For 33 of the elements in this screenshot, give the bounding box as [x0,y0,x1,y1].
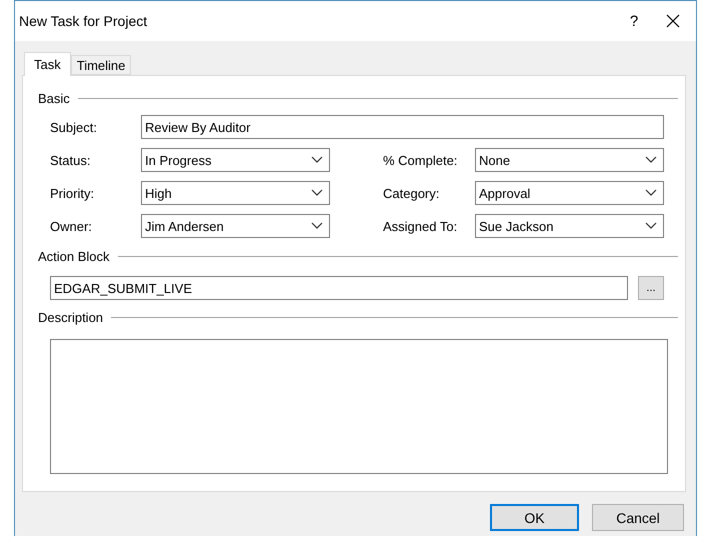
chevron-icon [311,156,323,164]
chevron-icon [645,156,657,164]
dialog-button[interactable]: OK [490,504,579,531]
field-label: Category: [383,186,440,200]
field-label: Assigned To: [383,218,458,234]
dropdown[interactable]: Approval [475,181,664,205]
dropdown[interactable]: None [475,148,664,172]
dropdown[interactable]: High [141,181,330,205]
chevron-icon [311,189,323,197]
close-icon[interactable] [666,14,680,28]
section-title: Action Block [38,248,110,264]
help-button[interactable]: ? [614,12,654,30]
dropdown[interactable]: In Progress [141,148,330,172]
field-label: Subject: [50,120,98,134]
tab[interactable]: Timeline [70,55,132,75]
section-title: Description [38,310,104,324]
chevron-icon [645,189,657,197]
chevron-icon [645,222,657,230]
dialog-button[interactable]: Cancel [592,504,684,531]
field-label: Status: [50,152,92,168]
window-title: New Task for Project [19,13,148,29]
field-label: Owner: [50,218,93,234]
action-block-field[interactable]: EDGAR_SUBMIT_LIVE [50,276,628,300]
browse-button[interactable]: ... [638,276,664,300]
subject-field[interactable]: Review By Auditor [141,115,664,139]
field-label: Priority: [50,186,96,200]
dropdown[interactable]: Jim Andersen [141,214,330,238]
dropdown[interactable]: Sue Jackson [475,214,664,238]
tab[interactable]: Task [24,52,71,76]
chevron-icon [311,222,323,230]
section-title: Basic [38,90,70,106]
description-field[interactable] [50,339,668,474]
field-label: % Complete: [383,152,458,168]
